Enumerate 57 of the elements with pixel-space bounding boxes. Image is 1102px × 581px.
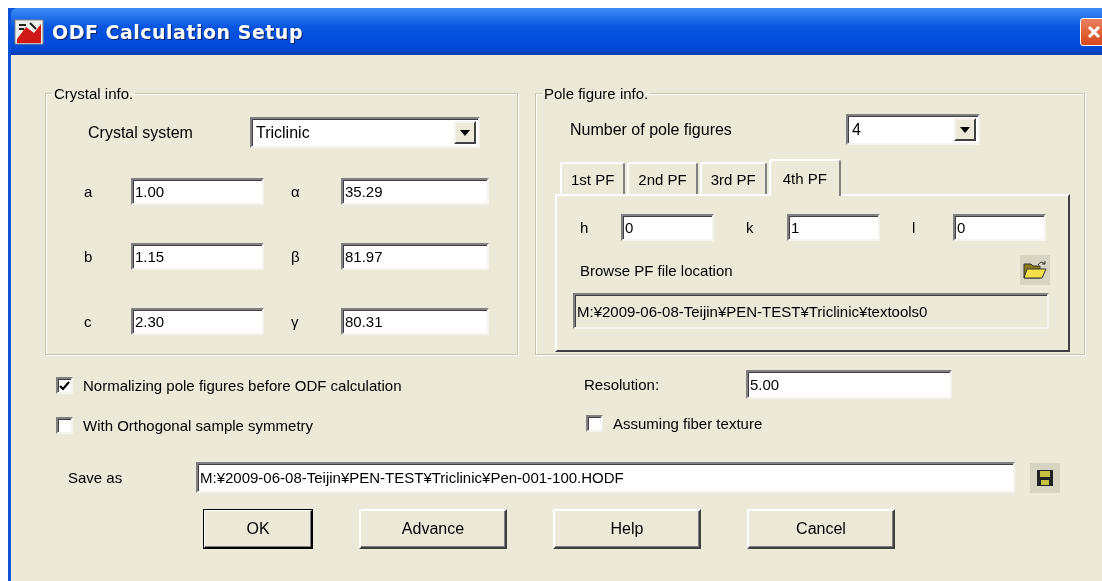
field-label: Number of pole figures — [570, 120, 733, 139]
index-field[interactable]: 0 — [953, 214, 1046, 241]
parameter-field[interactable]: 80.31 — [341, 308, 489, 335]
index-label: k — [746, 219, 755, 236]
dialog-button[interactable]: OK — [203, 509, 313, 549]
close-button[interactable] — [1080, 17, 1102, 46]
dialog-button[interactable]: Help — [553, 509, 701, 549]
dialog-button[interactable]: Advance — [359, 509, 507, 549]
file-path-field[interactable]: M:¥2009-06-08-Teijin¥PEN-TEST¥Triclinic¥textools0 — [573, 293, 1049, 329]
field-label: Save as — [68, 469, 124, 486]
checkbox[interactable] — [56, 377, 73, 394]
group-title: Crystal info. — [53, 85, 135, 102]
parameter-field[interactable]: 81.97 — [341, 243, 489, 270]
group-title: Pole figure info. — [543, 85, 650, 102]
folder-icon — [1023, 260, 1047, 280]
index-field[interactable]: 0 — [621, 214, 714, 241]
close-icon — [1086, 23, 1102, 40]
app-icon — [14, 18, 44, 45]
save-button[interactable] — [1030, 462, 1060, 493]
parameter-label: c — [84, 313, 93, 330]
dropdown-button[interactable] — [954, 118, 976, 141]
parameter-label: γ — [291, 313, 300, 330]
parameter-field[interactable]: 1.00 — [131, 178, 264, 205]
parameter-field[interactable]: 2.30 — [131, 308, 264, 335]
tab[interactable]: 1st PF — [560, 162, 626, 194]
window-title: ODF Calculation Setup — [52, 20, 304, 43]
checkbox[interactable] — [586, 415, 603, 432]
dropdown-button[interactable] — [454, 121, 476, 144]
checkbox-label: Normalizing pole figures before ODF calculation — [83, 377, 402, 394]
checkbox-label: Assuming fiber texture — [613, 415, 763, 432]
parameter-field[interactable]: 35.29 — [341, 178, 489, 205]
caret-icon — [960, 126, 970, 133]
field-label: Crystal system — [88, 123, 194, 142]
tab[interactable]: 2nd PF — [627, 162, 698, 194]
parameter-field[interactable]: 1.15 — [131, 243, 264, 270]
checkbox-label: With Orthogonal sample symmetry — [83, 417, 314, 434]
dialog-button[interactable]: Cancel — [747, 509, 895, 549]
save-path-field[interactable]: M:¥2009-06-08-Teijin¥PEN-TEST¥Triclinic¥Pen-001-100.HODF — [196, 462, 1015, 493]
tab[interactable]: 3rd PF — [699, 162, 767, 194]
browse-label: Browse PF file location — [580, 261, 733, 279]
pole-figure-count-dropdown[interactable]: 4 — [846, 114, 980, 145]
tab[interactable]: 4th PF — [768, 159, 841, 196]
checkbox[interactable] — [56, 417, 73, 434]
parameter-label: β — [291, 248, 301, 265]
index-label: h — [580, 219, 590, 236]
field-label: Resolution: — [584, 376, 661, 393]
resolution-field[interactable]: 5.00 — [746, 370, 952, 399]
save-icon — [1036, 468, 1054, 487]
parameter-label: a — [84, 183, 94, 200]
index-label: l — [912, 219, 917, 236]
browse-button[interactable] — [1020, 255, 1050, 285]
parameter-label: b — [84, 248, 94, 265]
check-icon — [59, 380, 70, 391]
crystal-system-dropdown[interactable]: Triclinic — [250, 117, 480, 148]
parameter-label: α — [291, 183, 301, 200]
caret-icon — [460, 129, 470, 136]
index-field[interactable]: 1 — [787, 214, 880, 241]
